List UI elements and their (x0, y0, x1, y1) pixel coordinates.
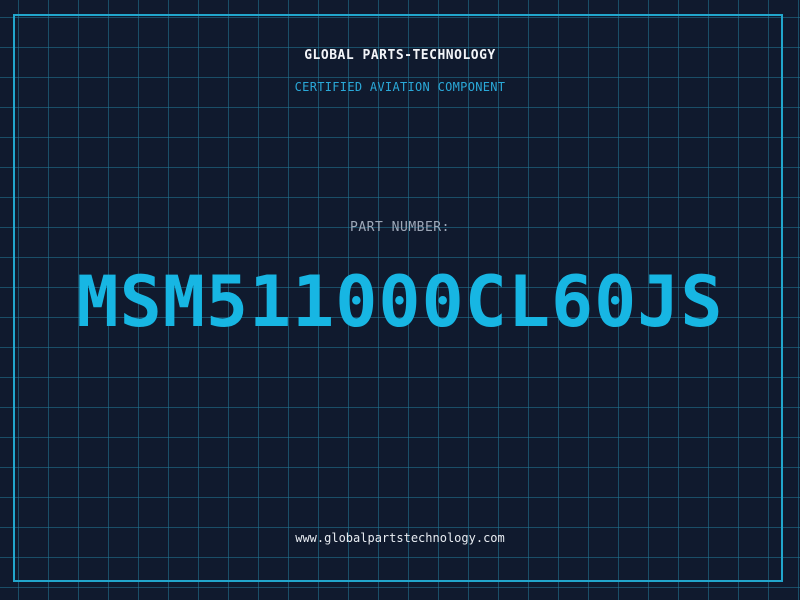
certification-tagline: CERTIFIED AVIATION COMPONENT (294, 80, 506, 94)
website-url: www.globalpartstechnology.com (295, 531, 505, 545)
part-label-card: GLOBAL PARTS-TECHNOLOGY CERTIFIED AVIATI… (0, 0, 800, 600)
part-number-value: MSM511000CL60JS (76, 261, 724, 343)
company-name: GLOBAL PARTS-TECHNOLOGY (304, 48, 496, 63)
part-number-label: PART NUMBER: (350, 220, 450, 235)
